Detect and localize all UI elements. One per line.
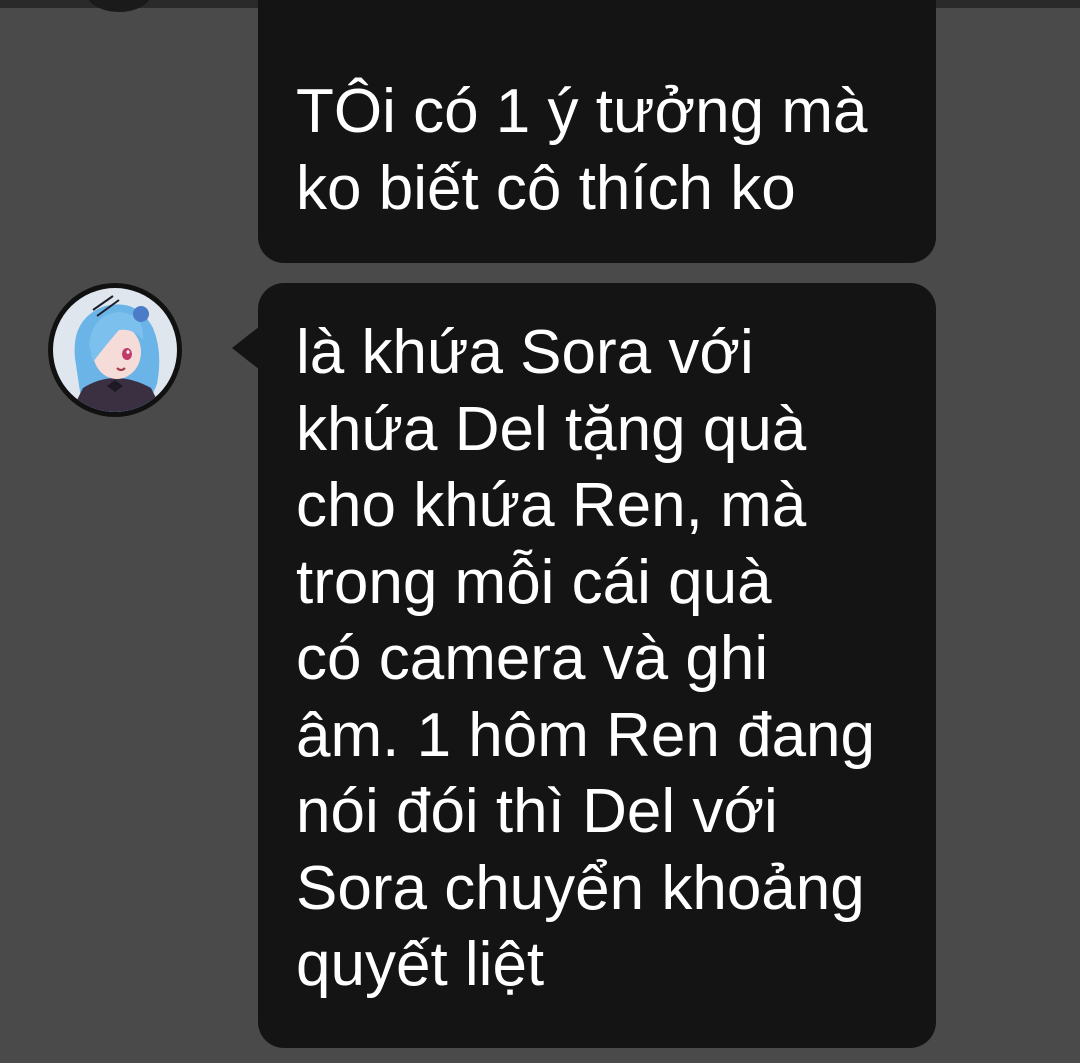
message-text-line: khứa Del tặng quà (296, 394, 807, 464)
sender-avatar[interactable] (48, 283, 182, 417)
anime-avatar-blue-hair-icon (53, 288, 177, 412)
message-text-line: TÔi có 1 ý tưởng mà (296, 77, 868, 146)
message-text-line: quyết liệt (296, 930, 545, 999)
message-text-line: là khứa Sora với (296, 318, 754, 387)
previous-avatar-edge (86, 0, 152, 12)
message-text-line: âm. 1 hôm Ren đang (296, 700, 876, 770)
message-bubble-2[interactable]: là khứa Sora với khứa Del tặng quà cho k… (258, 283, 936, 1048)
message-bubble-1[interactable]: TÔi có 1 ý tưởng mà ko biết cô thích ko (258, 0, 936, 263)
message-text-line: ko biết cô thích ko (296, 153, 796, 223)
message-text-line: cho khứa Ren, mà (296, 471, 807, 540)
message-text-line: có camera và ghi (296, 624, 769, 693)
message-text-line: trong mỗi cái quà (296, 547, 772, 617)
message-bubble-tail (232, 326, 260, 370)
message-text-line: Sora chuyển khoảng (296, 853, 865, 923)
message-text-line: nói đói thì Del với (296, 777, 778, 846)
